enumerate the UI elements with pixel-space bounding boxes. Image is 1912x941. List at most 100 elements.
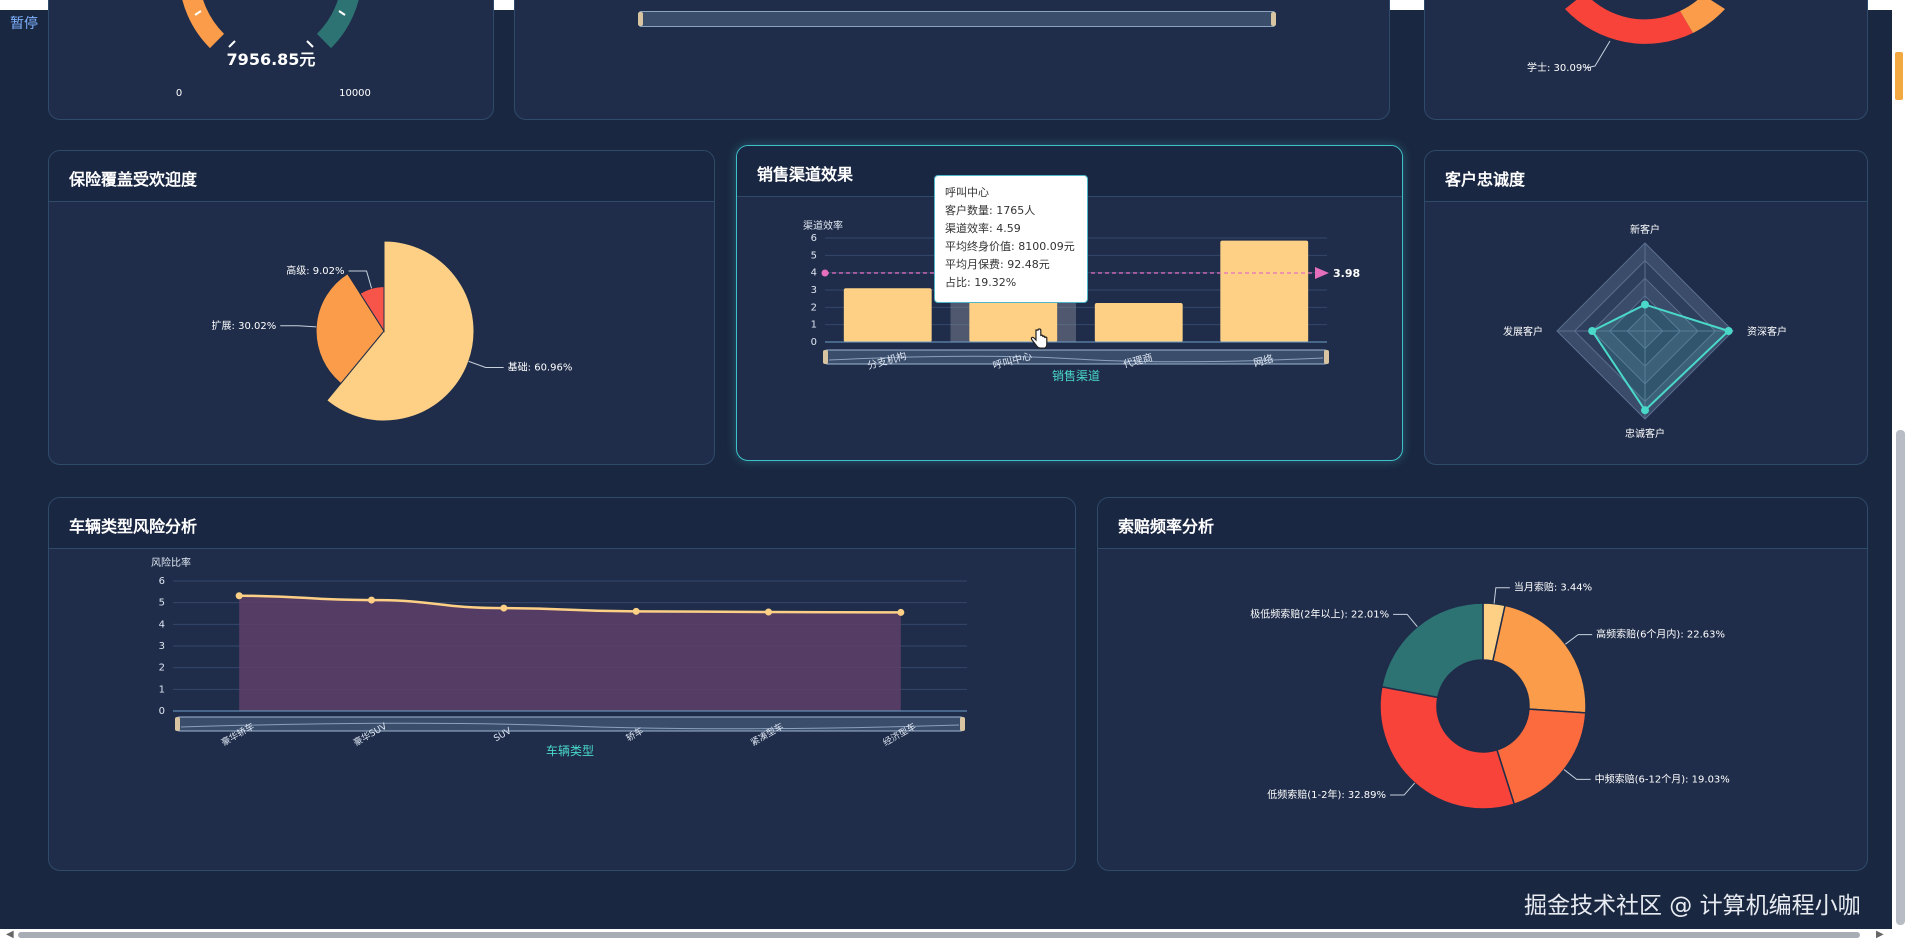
donut-label: 低频索赔(1-2年): 32.89% bbox=[1267, 788, 1386, 801]
tooltip-line: 平均月保费: 92.48元 bbox=[945, 258, 1050, 271]
tooltip-title: 呼叫中心 bbox=[945, 186, 989, 199]
donut-label: 中频索赔(6-12个月): 19.03% bbox=[1595, 772, 1730, 785]
y-tick-label: 6 bbox=[159, 576, 165, 587]
gauge-max-label: 10000 bbox=[339, 88, 371, 99]
watermark: 掘金技术社区 @ 计算机编程小咖 bbox=[1524, 893, 1861, 919]
radar-point bbox=[1724, 327, 1733, 335]
gauge-tick bbox=[228, 40, 236, 48]
donut-label: 当月索赔: 3.44% bbox=[1514, 581, 1592, 594]
horizontal-scrollbar-thumb[interactable] bbox=[18, 932, 1860, 938]
side-accent bbox=[1895, 52, 1903, 100]
claims-frequency-panel: 索赔频率分析 当月索赔: 3.44% 高频索赔(6个月内): 22.63% 中频索赔… bbox=[1097, 497, 1868, 871]
x-axis-label: 车辆类型 bbox=[546, 743, 594, 758]
scroll-left-icon[interactable]: ◀ bbox=[6, 929, 14, 941]
panel-header: 保险覆盖受欢迎度 bbox=[49, 151, 714, 202]
top-middle-panel bbox=[514, 0, 1390, 120]
donut-label-line bbox=[1393, 613, 1418, 627]
radar-point bbox=[1641, 406, 1649, 415]
y-tick-label: 5 bbox=[159, 598, 165, 609]
y-tick-label: 2 bbox=[811, 302, 817, 313]
panel-header: 客户忠诚度 bbox=[1425, 151, 1867, 202]
tooltip-line: 平均终身价值: 8100.09元 bbox=[945, 240, 1075, 253]
donut-slice bbox=[1379, 685, 1516, 810]
pie-slice-bachelor bbox=[1565, 0, 1693, 44]
coverage-rose-chart: 基础: 60.96% 扩展: 30.02% 高级: 9.02% bbox=[212, 240, 573, 422]
bar bbox=[1220, 240, 1309, 342]
rose-label-line bbox=[468, 360, 504, 368]
tooltip-line: 渠道效率: 4.59 bbox=[945, 222, 1021, 235]
data-point bbox=[897, 608, 905, 616]
panel-title: 客户忠诚度 bbox=[1445, 170, 1526, 189]
y-tick-label: 1 bbox=[811, 320, 817, 331]
donut-label: 高频索赔(6个月内): 22.63% bbox=[1596, 628, 1725, 641]
radar-indicator-label: 资深客户 bbox=[1747, 325, 1787, 338]
datazoom-handle-right[interactable] bbox=[1271, 12, 1276, 26]
chart-tooltip: 呼叫中心 客户数量: 1765人 渠道效率: 4.59 平均终身价值: 8100… bbox=[934, 175, 1088, 303]
datazoom-handle-right bbox=[1324, 350, 1329, 364]
loyalty-panel: 客户忠诚度 新客户资深客户忠诚客户 发展客户 bbox=[1424, 150, 1868, 465]
y-tick-label: 6 bbox=[811, 233, 817, 244]
vertical-scrollbar-thumb[interactable] bbox=[1896, 430, 1905, 925]
average-start-marker bbox=[821, 269, 829, 277]
panel-header: 索赔频率分析 bbox=[1098, 498, 1867, 549]
donut-label-line bbox=[1493, 587, 1510, 604]
average-arrow-icon bbox=[1315, 267, 1329, 280]
data-point bbox=[500, 604, 508, 612]
panel-header: 车辆类型风险分析 bbox=[49, 498, 1075, 549]
tooltip-line: 占比: 19.32% bbox=[945, 276, 1017, 289]
radar-indicator-label: 新客户 bbox=[1630, 223, 1660, 236]
datazoom-handle-left bbox=[175, 717, 180, 731]
panel-title: 保险覆盖受欢迎度 bbox=[69, 170, 198, 189]
rose-label: 扩展: 30.02% bbox=[212, 319, 277, 332]
vehicle-area-chart: 风险比率0123456豪华轿车 豪华SUV SUV 轿车 紧凑型车 经济型车车辆类型 bbox=[151, 556, 967, 758]
radar-indicator-label: 忠诚客户 bbox=[1625, 427, 1665, 440]
pie-label: 学士: 30.09% bbox=[1527, 61, 1592, 74]
donut-label-line bbox=[1390, 782, 1416, 796]
bar bbox=[843, 288, 932, 342]
y-tick-label: 1 bbox=[159, 684, 165, 695]
pause-label[interactable]: 暂停 bbox=[10, 13, 38, 33]
horizontal-scrollbar[interactable]: ◀ ▶ bbox=[0, 929, 1892, 941]
datazoom-handle-left[interactable] bbox=[638, 12, 643, 26]
data-point bbox=[765, 608, 772, 616]
data-point bbox=[632, 607, 640, 615]
datazoom-handle-left bbox=[823, 350, 828, 364]
gauge-min-label: 0 bbox=[176, 88, 182, 99]
gauge-arc-high bbox=[316, 0, 359, 49]
donut-slice bbox=[1380, 602, 1484, 699]
claims-donut-chart: 当月索赔: 3.44% 高频索赔(6个月内): 22.63% 中频索赔(6-12个月… bbox=[1250, 581, 1730, 810]
y-tick-label: 0 bbox=[811, 337, 817, 348]
datazoom-handle-right bbox=[960, 717, 965, 731]
panel-title: 车辆类型风险分析 bbox=[69, 517, 198, 536]
y-tick-label: 4 bbox=[811, 268, 817, 279]
hand-cursor-icon bbox=[1030, 328, 1048, 349]
top-right-panel: 学士: 30.09% bbox=[1424, 0, 1868, 120]
rose-label: 高级: 9.02% bbox=[286, 264, 344, 277]
panel-title: 索赔频率分析 bbox=[1118, 517, 1215, 536]
y-tick-label: 3 bbox=[811, 285, 817, 296]
rose-label: 基础: 60.96% bbox=[508, 360, 573, 373]
x-axis-label: 销售渠道 bbox=[1052, 368, 1100, 383]
donut-label-line bbox=[1565, 634, 1593, 645]
radar-point bbox=[1641, 300, 1649, 309]
gauge-chart: 7956.85元 0 10000 bbox=[176, 0, 371, 99]
donut-label: 极低频索赔(2年以上): 22.01% bbox=[1250, 607, 1389, 620]
gauge-arc-low bbox=[182, 0, 225, 49]
y-tick-label: 3 bbox=[159, 641, 165, 652]
gauge-tick bbox=[306, 40, 314, 48]
vehicle-risk-panel: 车辆类型风险分析 风险比率 0 1 2 3 4 5 6 豪华轿车 豪华SUV SUV 轿车 紧凑型车 经济… bbox=[48, 497, 1076, 871]
y-tick-label: 4 bbox=[159, 619, 165, 630]
coverage-panel: 保险覆盖受欢迎度 基础: 60.96% 扩展: 30.02% 高级: 9.02% bbox=[48, 150, 715, 465]
rose-label-line bbox=[280, 325, 317, 328]
average-value-label: 3.98 bbox=[1333, 267, 1360, 280]
y-axis-label: 风险比率 bbox=[151, 556, 191, 569]
radar-indicator-label: 发展客户 bbox=[1503, 325, 1543, 338]
y-axis-label: 渠道效率 bbox=[803, 219, 843, 232]
vertical-scrollbar[interactable] bbox=[1892, 0, 1912, 941]
data-point bbox=[235, 592, 243, 600]
donut-slice bbox=[1491, 604, 1587, 714]
radar-point bbox=[1588, 327, 1597, 335]
datazoom-slider[interactable] bbox=[638, 11, 1276, 27]
data-point bbox=[368, 596, 375, 604]
scroll-right-icon[interactable]: ▶ bbox=[1876, 929, 1884, 941]
